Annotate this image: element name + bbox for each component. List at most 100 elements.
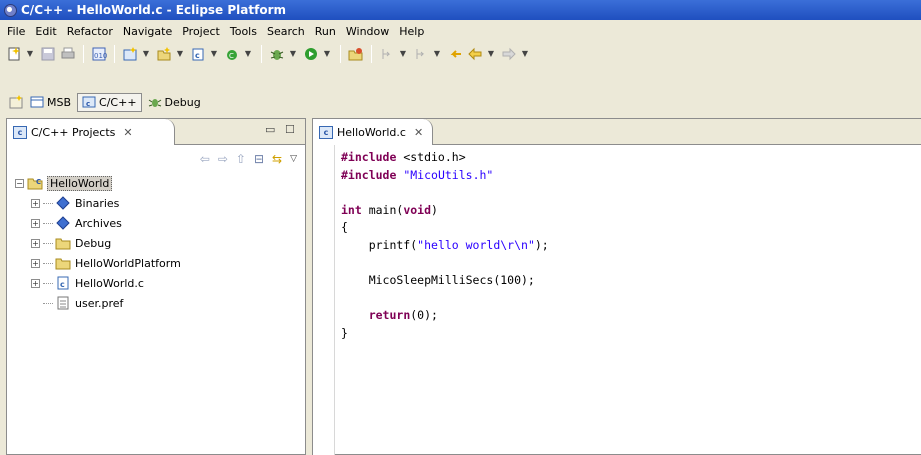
new-class-dropdown-icon[interactable]: ▼ <box>244 46 252 62</box>
link-editor-icon[interactable]: ⇆ <box>272 152 282 166</box>
menu-edit[interactable]: Edit <box>30 25 61 38</box>
tree-connector <box>43 242 53 244</box>
new-c-project-icon[interactable] <box>122 46 138 62</box>
menu-file[interactable]: File <box>2 25 30 38</box>
debug-perspective-icon <box>148 96 162 108</box>
tree-item-debug[interactable]: + Debug <box>15 233 305 253</box>
open-folder-icon[interactable] <box>348 46 364 62</box>
code-token: ); <box>534 237 549 252</box>
perspective-label: C/C++ <box>99 95 137 109</box>
back-icon[interactable] <box>467 46 483 62</box>
collapse-icon[interactable]: − <box>15 178 24 188</box>
minimize-icon[interactable]: ▭ <box>265 123 275 136</box>
run-dropdown-icon[interactable]: ▼ <box>323 46 331 62</box>
menu-refactor[interactable]: Refactor <box>62 25 118 38</box>
new-project-dropdown-icon[interactable]: ▼ <box>142 46 150 62</box>
code-line[interactable]: MicoSleepMilliSecs(100); <box>341 272 549 290</box>
code-line[interactable]: #include <stdio.h> <box>341 149 549 167</box>
last-edit-icon[interactable] <box>447 46 463 62</box>
forward-icon[interactable] <box>501 46 517 62</box>
next-annotation-icon[interactable] <box>379 46 395 62</box>
menu-project[interactable]: Project <box>177 25 225 38</box>
perspective-cpp[interactable]: c C/C++ <box>77 92 142 112</box>
new-class-icon[interactable]: C <box>224 46 240 62</box>
tree-item-helloworld-c[interactable]: + c HelloWorld.c <box>15 273 305 293</box>
new-source-file-icon[interactable]: c <box>190 46 206 62</box>
tree-label: HelloWorld <box>47 175 113 191</box>
code-line[interactable]: return(0); <box>341 307 549 325</box>
next-annotation-dropdown-icon[interactable]: ▼ <box>399 46 407 62</box>
back-dropdown-icon[interactable]: ▼ <box>487 46 495 62</box>
tree-item-helloworld[interactable]: − C HelloWorld <box>15 173 305 193</box>
msb-perspective-icon <box>30 96 44 108</box>
new-icon[interactable] <box>6 46 22 62</box>
code-line[interactable]: #include "MicoUtils.h" <box>341 167 549 185</box>
run-icon[interactable] <box>303 46 319 62</box>
prev-annotation-dropdown-icon[interactable]: ▼ <box>433 46 441 62</box>
view-menu-icon[interactable]: ▽ <box>290 154 297 164</box>
forward-dropdown-icon[interactable]: ▼ <box>521 46 529 62</box>
debug-dropdown-icon[interactable]: ▼ <box>289 46 297 62</box>
new-folder-icon[interactable] <box>156 46 172 62</box>
code-token: MicoSleepMilliSecs(100); <box>341 273 535 288</box>
menu-run[interactable]: Run <box>310 25 341 38</box>
tree-item-user-pref[interactable]: user.pref <box>15 293 305 313</box>
tab-cpp-projects[interactable]: c C/C++ Projects ✕ <box>7 119 175 145</box>
folder-icon <box>55 236 71 250</box>
maximize-icon[interactable]: ☐ <box>285 123 295 136</box>
cpp-perspective-icon: c <box>82 96 96 108</box>
editor-ruler[interactable] <box>313 145 335 455</box>
perspective-msb[interactable]: MSB <box>26 94 75 111</box>
code-string: "MicoUtils.h" <box>403 167 494 182</box>
tab-helloworld-c[interactable]: c HelloWorld.c ✕ <box>313 119 433 145</box>
save-icon[interactable] <box>40 46 56 62</box>
expand-icon[interactable]: + <box>31 258 40 268</box>
code-line[interactable]: int main(void) <box>341 202 549 220</box>
menu-window[interactable]: Window <box>341 25 394 38</box>
expand-icon[interactable]: + <box>31 238 40 248</box>
svg-text:C: C <box>229 52 234 60</box>
print-icon[interactable] <box>60 46 76 62</box>
code-text[interactable]: #include <stdio.h> #include "MicoUtils.h"… <box>341 149 549 343</box>
tree-label: Archives <box>75 216 122 230</box>
code-line[interactable] <box>341 184 549 202</box>
code-line[interactable]: } <box>341 325 549 343</box>
menu-help[interactable]: Help <box>394 25 429 38</box>
perspective-debug[interactable]: Debug <box>144 94 205 111</box>
folder-icon <box>55 256 71 270</box>
menu-navigate[interactable]: Navigate <box>118 25 177 38</box>
toolbar-separator <box>340 45 341 63</box>
tree-item-archives[interactable]: + Archives <box>15 213 305 233</box>
tree-item-binaries[interactable]: + Binaries <box>15 193 305 213</box>
menu-tools[interactable]: Tools <box>225 25 262 38</box>
tree-item-helloworldplatform[interactable]: + HelloWorldPlatform <box>15 253 305 273</box>
code-line[interactable]: printf("hello world\r\n"); <box>341 237 549 255</box>
forward-arrow-icon[interactable]: ⇨ <box>218 152 228 166</box>
code-line[interactable] <box>341 290 549 308</box>
back-arrow-icon[interactable]: ⇦ <box>200 152 210 166</box>
expand-icon[interactable]: + <box>31 198 40 208</box>
menu-bar: File Edit Refactor Navigate Project Tool… <box>0 20 921 42</box>
new-folder-dropdown-icon[interactable]: ▼ <box>176 46 184 62</box>
close-icon[interactable]: ✕ <box>123 126 132 139</box>
prev-annotation-icon[interactable] <box>413 46 429 62</box>
menu-search[interactable]: Search <box>262 25 310 38</box>
expand-icon[interactable]: + <box>31 278 40 288</box>
collapse-all-icon[interactable]: ⊟ <box>254 152 264 166</box>
expand-icon[interactable]: + <box>31 218 40 228</box>
code-line[interactable] <box>341 255 549 273</box>
window-titlebar[interactable]: C/C++ - HelloWorld.c - Eclipse Platform <box>0 0 921 20</box>
open-perspective-icon[interactable] <box>8 94 24 110</box>
close-icon[interactable]: ✕ <box>414 126 423 139</box>
toolbar-separator <box>371 45 372 63</box>
code-token: ) <box>431 202 438 217</box>
new-dropdown-icon[interactable]: ▼ <box>26 46 34 62</box>
tree-label: Debug <box>75 236 112 250</box>
new-file-dropdown-icon[interactable]: ▼ <box>210 46 218 62</box>
code-line[interactable]: { <box>341 219 549 237</box>
debug-bug-icon[interactable] <box>269 46 285 62</box>
build-icon[interactable]: 010 <box>91 46 107 62</box>
tree-connector <box>43 262 53 264</box>
up-icon[interactable]: ⇧ <box>236 152 246 166</box>
